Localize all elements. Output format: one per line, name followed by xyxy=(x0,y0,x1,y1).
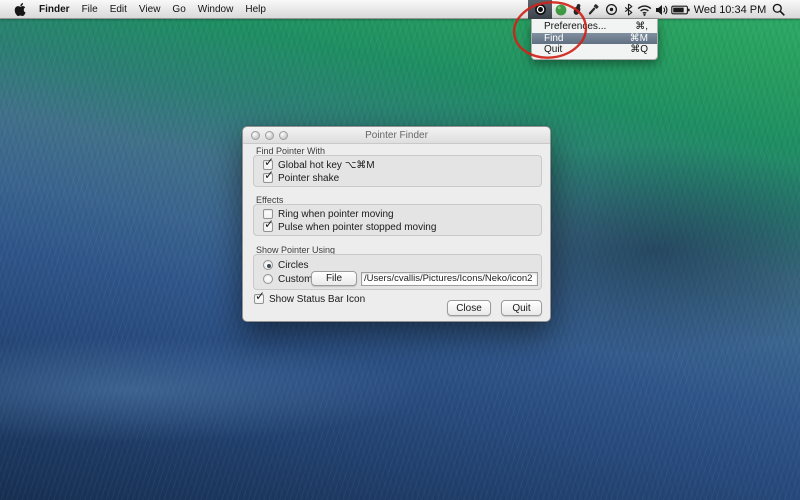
flashlight-icon xyxy=(586,3,600,17)
menu-file[interactable]: File xyxy=(76,0,104,19)
apple-logo-icon xyxy=(15,3,26,16)
radio-dot xyxy=(267,264,271,268)
close-button[interactable]: Close xyxy=(447,300,491,316)
search-icon xyxy=(772,3,785,16)
wifi-icon xyxy=(637,3,652,16)
traffic-lights xyxy=(251,131,288,140)
battery-icon xyxy=(671,4,690,16)
menu-item-preferences[interactable]: Preferences... ⌘, xyxy=(532,21,657,33)
desktop-wallpaper: Finder File Edit View Go Window Help xyxy=(0,0,800,500)
checkbox-label: Pulse when pointer stopped moving xyxy=(278,222,436,233)
animal-silhouette-icon xyxy=(571,3,583,16)
circle-dot-icon xyxy=(534,3,547,16)
radio-circles[interactable] xyxy=(263,260,273,270)
flashlight-status-item[interactable] xyxy=(585,0,601,19)
bluetooth-icon xyxy=(623,3,634,16)
row-pointer-shake: ✓ Pointer shake xyxy=(263,172,339,184)
menu-finder[interactable]: Finder xyxy=(33,0,76,19)
menu-window[interactable]: Window xyxy=(192,0,240,19)
battery-status-item[interactable] xyxy=(670,0,690,19)
row-circles: Circles xyxy=(263,259,309,271)
checkbox-pulse-when-stopped[interactable]: ✓ xyxy=(263,222,273,232)
check-icon: ✓ xyxy=(255,289,265,303)
bluetooth-status-item[interactable] xyxy=(622,0,634,19)
checkbox-pointer-shake[interactable]: ✓ xyxy=(263,173,273,183)
menu-item-quit[interactable]: Quit ⌘Q xyxy=(532,44,657,56)
wifi-status-item[interactable] xyxy=(636,0,652,19)
checkbox-label: Ring when pointer moving xyxy=(278,209,394,220)
row-pulse-when-stopped: ✓ Pulse when pointer stopped moving xyxy=(263,221,436,233)
group-show-pointer-using: Circles Custom File /Users/cvallis/Pictu… xyxy=(253,254,542,290)
check-icon: ✓ xyxy=(264,217,274,231)
checkbox-label: Show Status Bar Icon xyxy=(269,294,365,305)
menu-item-label: Preferences... xyxy=(544,21,606,32)
status-dropdown-menu: Preferences... ⌘, Find ⌘M Quit ⌘Q xyxy=(531,19,658,60)
minimize-window-button[interactable] xyxy=(265,131,274,140)
group-find-pointer-with: ✓ Global hot key ⌥⌘M ✓ Pointer shake xyxy=(253,155,542,187)
menu-item-shortcut: ⌘M xyxy=(630,33,648,44)
menu-edit[interactable]: Edit xyxy=(104,0,133,19)
menu-bar-clock[interactable]: Wed 10:34 PM xyxy=(692,0,768,19)
group-effects: ✓ Ring when pointer moving ✓ Pulse when … xyxy=(253,204,542,236)
menu-bar: Finder File Edit View Go Window Help xyxy=(0,0,800,19)
target-status-item[interactable] xyxy=(604,0,618,19)
checkbox-label: Global hot key ⌥⌘M xyxy=(278,160,375,171)
check-icon: ✓ xyxy=(264,168,274,182)
quit-button[interactable]: Quit xyxy=(501,300,542,316)
menu-bar-left: Finder File Edit View Go Window Help xyxy=(0,0,272,18)
radio-custom[interactable] xyxy=(263,274,273,284)
row-custom: Custom xyxy=(263,273,312,285)
menu-item-label: Find xyxy=(544,33,563,44)
radio-label: Circles xyxy=(278,260,309,271)
custom-path-field[interactable]: /Users/cvallis/Pictures/Icons/Neko/icon2 xyxy=(361,272,538,286)
target-icon xyxy=(605,3,618,16)
menu-item-label: Quit xyxy=(544,44,562,55)
check-icon: ✓ xyxy=(264,155,274,169)
zoom-window-button[interactable] xyxy=(279,131,288,140)
pointer-finder-window: Pointer Finder Find Pointer With ✓ Globa… xyxy=(242,126,551,322)
animal-silhouette-status-item[interactable] xyxy=(570,0,584,19)
row-global-hot-key: ✓ Global hot key ⌥⌘M xyxy=(263,159,375,171)
menu-item-shortcut: ⌘, xyxy=(635,21,648,32)
menu-view[interactable]: View xyxy=(133,0,167,19)
radio-label: Custom xyxy=(278,274,312,285)
close-window-button[interactable] xyxy=(251,131,260,140)
apple-menu[interactable] xyxy=(8,0,33,18)
checkbox-show-status-bar-icon[interactable]: ✓ xyxy=(254,294,264,304)
window-title: Pointer Finder xyxy=(365,130,428,141)
checkbox-label: Pointer shake xyxy=(278,173,339,184)
menu-help[interactable]: Help xyxy=(239,0,272,19)
menu-go[interactable]: Go xyxy=(166,0,191,19)
menu-item-shortcut: ⌘Q xyxy=(630,44,648,55)
volume-status-item[interactable] xyxy=(654,0,668,19)
file-button[interactable]: File xyxy=(311,271,357,286)
window-titlebar[interactable]: Pointer Finder xyxy=(243,127,550,144)
menu-item-find[interactable]: Find ⌘M xyxy=(532,33,657,45)
globe-icon xyxy=(555,4,567,16)
volume-icon xyxy=(655,4,668,16)
pointer-finder-status-item[interactable] xyxy=(528,0,552,19)
globe-status-item[interactable] xyxy=(554,0,568,19)
spotlight-status-item[interactable] xyxy=(770,0,786,19)
row-ring-when-moving: ✓ Ring when pointer moving xyxy=(263,208,394,220)
row-show-status-bar-icon: ✓ Show Status Bar Icon xyxy=(254,293,365,305)
